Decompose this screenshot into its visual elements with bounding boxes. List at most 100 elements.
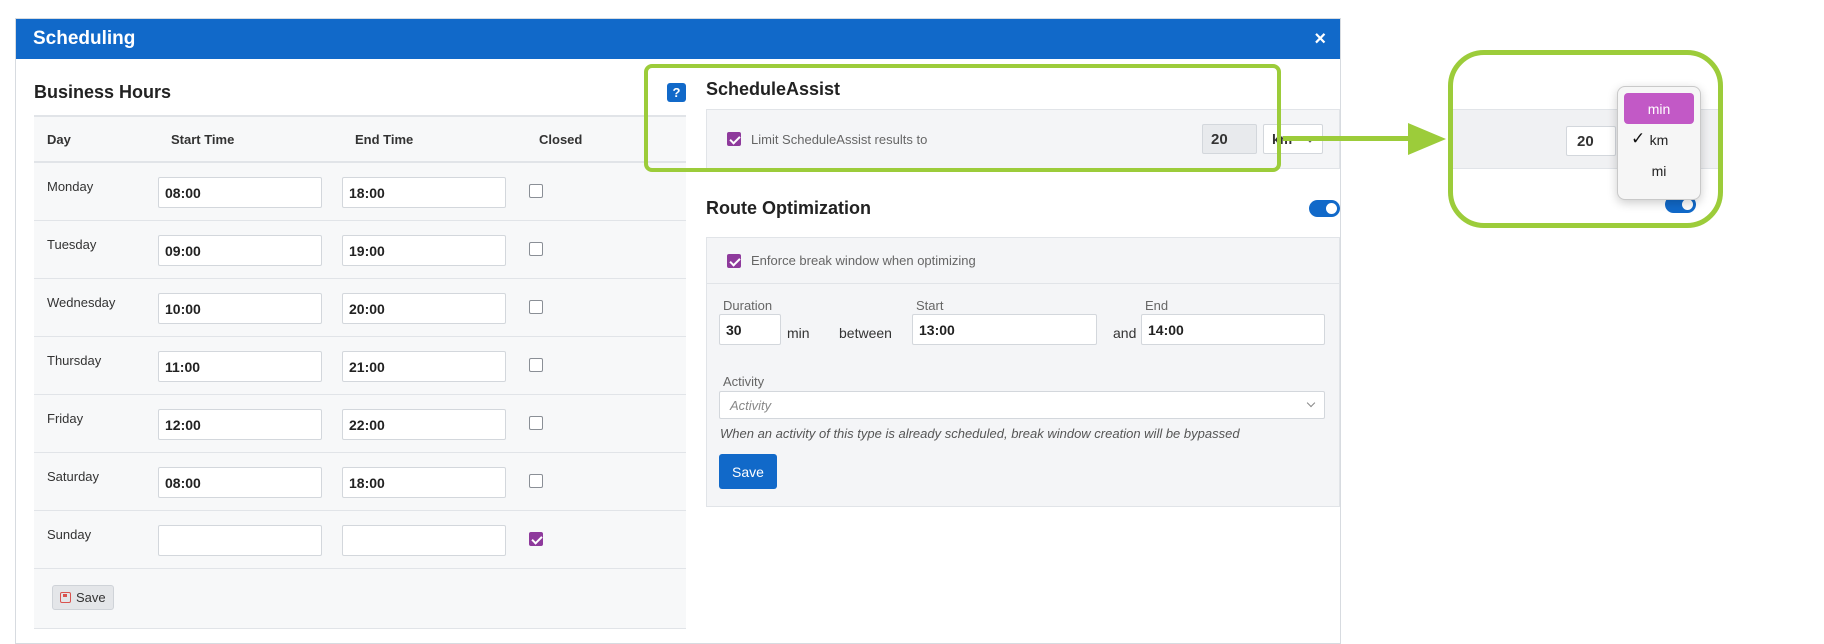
closed-checkbox[interactable] bbox=[529, 415, 543, 430]
callout-arrow-icon bbox=[1408, 123, 1446, 155]
table-row: Monday 08:00 18:00 bbox=[34, 162, 686, 221]
end-time-cell: 20:00 bbox=[342, 278, 526, 337]
table-row: Thursday 11:00 21:00 bbox=[34, 336, 686, 395]
end-time-cell: 21:00 bbox=[342, 336, 526, 395]
table-row: Saturday 08:00 18:00 bbox=[34, 452, 686, 511]
business-hours-table: Day Start Time End Time Closed Monday 08:… bbox=[34, 115, 686, 569]
day-cell: Sunday bbox=[34, 510, 158, 569]
end-time-input[interactable] bbox=[342, 524, 506, 556]
screen: Scheduling × Business Hours ? Day Start … bbox=[0, 0, 1824, 644]
closed-cell bbox=[526, 510, 686, 569]
start-time-cell: 10:00 bbox=[158, 278, 342, 337]
route-optimization-save-button[interactable]: Save bbox=[719, 454, 777, 489]
end-time-cell: 19:00 bbox=[342, 220, 526, 279]
dropdown-option-label: km bbox=[1649, 131, 1669, 148]
day-cell: Friday bbox=[34, 394, 158, 453]
business-hours-save-button[interactable]: Save bbox=[52, 584, 114, 610]
activity-hint: When an activity of this type is already… bbox=[720, 426, 1240, 441]
closed-cell bbox=[526, 394, 686, 453]
table-row: Sunday bbox=[34, 510, 686, 569]
start-time-input[interactable] bbox=[158, 524, 322, 556]
business-hours-title: Business Hours bbox=[34, 81, 172, 102]
checkmark-icon: ✓ bbox=[1631, 129, 1646, 148]
table-header-row: Day Start Time End Time Closed bbox=[34, 116, 686, 163]
column-header-end-time: End Time bbox=[342, 116, 526, 163]
duration-unit: min bbox=[787, 325, 810, 341]
save-button-label: Save bbox=[76, 589, 106, 605]
table-row: Wednesday 10:00 20:00 bbox=[34, 278, 686, 337]
zoom-limit-value: 20 bbox=[1566, 126, 1616, 156]
start-time-cell: 12:00 bbox=[158, 394, 342, 453]
closed-checkbox[interactable] bbox=[529, 357, 543, 372]
start-time-input[interactable]: 12:00 bbox=[158, 408, 322, 440]
day-cell: Saturday bbox=[34, 452, 158, 511]
table-row: Friday 12:00 22:00 bbox=[34, 394, 686, 453]
day-cell: Monday bbox=[34, 162, 158, 221]
closed-checkbox[interactable] bbox=[529, 473, 543, 488]
zoom-callout: 20 min ✓ km mi bbox=[1448, 50, 1723, 228]
dropdown-option-km[interactable]: ✓ km bbox=[1624, 124, 1694, 155]
chevron-down-icon bbox=[1306, 398, 1316, 408]
business-hours-footer: Save bbox=[34, 568, 686, 629]
enforce-break-checkbox[interactable] bbox=[727, 253, 741, 268]
closed-checkbox[interactable] bbox=[529, 241, 543, 256]
end-time-input[interactable]: 21:00 bbox=[342, 350, 506, 382]
and-label: and bbox=[1113, 325, 1137, 341]
start-time-input[interactable]: 08:00 bbox=[158, 466, 322, 498]
end-time-cell bbox=[342, 510, 526, 569]
closed-cell bbox=[526, 220, 686, 279]
activity-placeholder: Activity bbox=[730, 397, 772, 413]
closed-checkbox[interactable] bbox=[529, 299, 543, 314]
end-time-input[interactable]: 18:00 bbox=[342, 177, 506, 208]
route-optimization-panel: Enforce break window when optimizing Dur… bbox=[706, 237, 1340, 507]
dialog-title: Scheduling bbox=[33, 28, 136, 49]
unit-dropdown-menu: min ✓ km mi bbox=[1617, 86, 1701, 200]
closed-checkbox[interactable] bbox=[529, 531, 543, 546]
closed-cell bbox=[526, 452, 686, 511]
day-cell: Wednesday bbox=[34, 278, 158, 337]
start-time-cell: 09:00 bbox=[158, 220, 342, 279]
dropdown-option-min[interactable]: min bbox=[1624, 93, 1694, 124]
end-time-input[interactable]: 14:00 bbox=[1141, 314, 1325, 345]
closed-cell bbox=[526, 278, 686, 337]
start-time-input[interactable]: 11:00 bbox=[158, 350, 322, 382]
day-cell: Tuesday bbox=[34, 220, 158, 279]
dialog-header: Scheduling × bbox=[16, 19, 1340, 59]
day-cell: Thursday bbox=[34, 336, 158, 395]
break-window-fields: Duration 30 min between Start 13:00 and … bbox=[707, 284, 1339, 374]
table-row: Tuesday 09:00 19:00 bbox=[34, 220, 686, 279]
save-disk-icon bbox=[60, 591, 71, 603]
end-time-cell: 22:00 bbox=[342, 394, 526, 453]
end-time-input[interactable]: 20:00 bbox=[342, 292, 506, 324]
dropdown-option-label: mi bbox=[1651, 162, 1667, 179]
start-time-cell: 11:00 bbox=[158, 336, 342, 395]
close-icon[interactable]: × bbox=[1314, 29, 1326, 49]
start-time-input[interactable]: 09:00 bbox=[158, 234, 322, 266]
end-time-cell: 18:00 bbox=[342, 162, 526, 221]
start-time-input[interactable]: 13:00 bbox=[912, 314, 1097, 345]
route-optimization-toggle[interactable] bbox=[1309, 199, 1340, 217]
duration-label: Duration bbox=[723, 298, 773, 313]
callout-arrow-line bbox=[1283, 136, 1413, 141]
column-header-start-time: Start Time bbox=[158, 116, 342, 163]
end-label: End bbox=[1145, 298, 1169, 313]
start-time-cell: 08:00 bbox=[158, 162, 342, 221]
duration-input[interactable]: 30 bbox=[719, 314, 781, 345]
start-label: Start bbox=[916, 298, 944, 313]
enforce-break-label: Enforce break window when optimizing bbox=[751, 253, 976, 268]
activity-select[interactable]: Activity bbox=[719, 391, 1325, 419]
end-time-input[interactable]: 18:00 bbox=[342, 466, 506, 498]
business-hours-section: Business Hours ? Day Start Time End Time… bbox=[34, 69, 686, 629]
closed-checkbox[interactable] bbox=[529, 184, 543, 198]
closed-cell bbox=[526, 336, 686, 395]
dropdown-option-mi[interactable]: mi bbox=[1624, 155, 1694, 186]
end-time-input[interactable]: 19:00 bbox=[342, 234, 506, 266]
between-label: between bbox=[839, 325, 892, 341]
column-header-day: Day bbox=[34, 116, 158, 163]
start-time-input[interactable]: 08:00 bbox=[158, 177, 322, 208]
route-optimization-title: Route Optimization bbox=[706, 197, 871, 218]
start-time-cell: 08:00 bbox=[158, 452, 342, 511]
end-time-cell: 18:00 bbox=[342, 452, 526, 511]
start-time-input[interactable]: 10:00 bbox=[158, 292, 322, 324]
end-time-input[interactable]: 22:00 bbox=[342, 408, 506, 440]
